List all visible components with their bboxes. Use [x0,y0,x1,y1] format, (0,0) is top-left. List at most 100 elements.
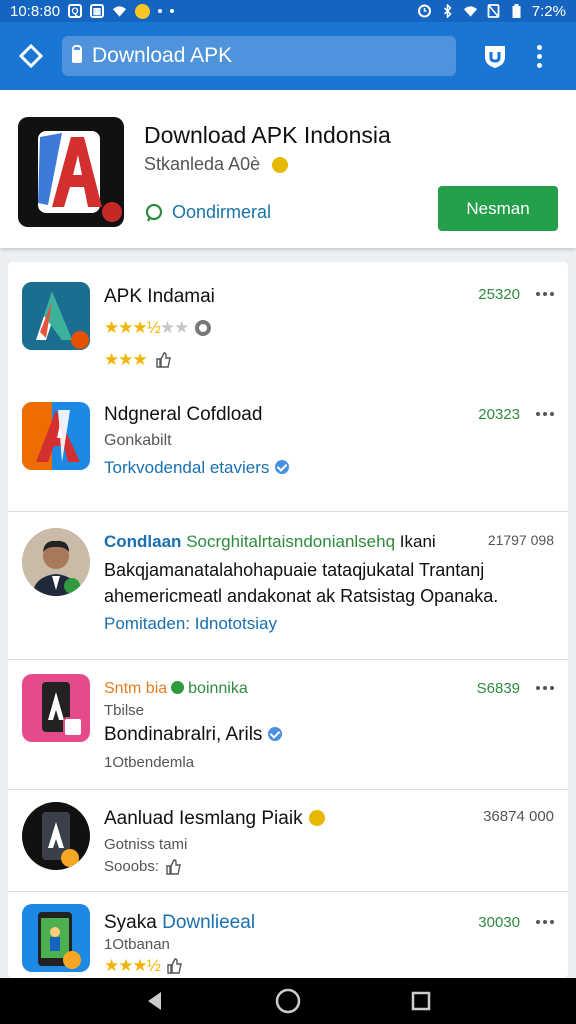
app-category: Gonkabilt [104,432,172,449]
verified-icon [275,460,290,474]
download-count: S6839 [476,680,520,697]
address-bar-text: Download APK [92,44,233,67]
list-item[interactable]: APK Indamai ★★★½★★ ★★★ 25320 [8,262,568,382]
back-icon[interactable] [144,990,166,1012]
page-title: Download APK Indonsia [144,122,391,148]
app-title-part-1: Syaka [104,912,157,933]
browser-toolbar: Download APK [0,22,576,90]
notification-dot-icon [158,9,163,13]
list-item[interactable]: Condlaan Socrghitalrtaisndonianlsehq Ika… [8,512,568,660]
emoji-notification-icon [135,3,151,19]
bluetooth-icon [443,4,452,18]
app-tag: Torkvodendal etaviers [104,458,290,478]
app-description-text: Bondinabralri, Arils [104,724,263,745]
verified-icon [268,727,283,741]
install-button[interactable]: Nesman [438,186,558,231]
list-item[interactable]: Ndgneral Cofdload Gonkabilt Torkvodendal… [8,382,568,512]
post-title: Condlaan Socrghitalrtaisndonianlsehq Ika… [104,532,436,552]
wifi-signal-icon [463,6,477,17]
app-name: APK Indamai [104,286,215,307]
item-menu-button[interactable] [536,920,554,924]
battery-percentage: 7:2% [531,2,566,20]
list-item[interactable]: Syaka Downlieeal 1Otbanan ★★★½ 30030 [8,892,568,978]
list-item[interactable]: Aanluad Iesmlang Piaik Gotniss tami Sooo… [8,790,568,892]
post-line-2: ahemericmeatl andakonat ak Ratsistag Opa… [104,586,499,606]
app-title: Aanluad Iesmlang Piaik [104,808,325,830]
info-icon [195,320,212,336]
thumbs-up-icon [166,858,181,875]
gold-badge-icon [308,810,325,826]
download-count: 30030 [478,914,520,931]
app-subtitle-text: Stkanleda A0è [144,154,261,174]
wifi-icon [112,6,127,17]
secondary-rating-row: ★★★ [104,350,171,370]
home-icon [19,44,43,68]
app-category: 1Otbanan [104,936,170,953]
download-count: 36874 000 [483,808,554,825]
recents-icon[interactable] [410,990,432,1012]
post-link[interactable]: Pomitaden: Idnototsiay [104,614,277,634]
home-button[interactable] [14,39,48,73]
app-tag-text: Torkvodendal etaviers [104,458,270,477]
shield-button-icon[interactable] [482,43,508,69]
system-navigation-bar [0,978,576,1024]
star-rating-icon: ★★★ [104,350,148,369]
rating-row: ★★★½ [104,956,182,976]
item-menu-button[interactable] [536,686,554,690]
no-sim-icon [487,4,500,18]
app-header-card: Download APK Indonsia Stkanleda A0è Oond… [0,90,576,248]
app-title-part-1: Sntm bia [104,680,168,697]
app-category: Tbilse [104,702,145,719]
app-icon [22,904,90,972]
address-bar[interactable]: Download APK [62,36,456,76]
app-icon [22,282,90,350]
app-list: APK Indamai ★★★½★★ ★★★ 25320 Ndgneral Co… [8,262,568,978]
gold-badge-icon [272,156,289,173]
download-count: 20323 [478,406,520,423]
developer-link[interactable]: Oondirmeral [144,202,271,223]
star-rating-icon: ★★★½ [104,956,161,975]
app-logo-icon [18,117,124,227]
home-circle-icon[interactable] [275,988,301,1014]
app-notification-icon: Q [68,4,83,18]
app-title: Sntm bia boinnika [104,680,248,698]
post-timestamp: 21797 098 [487,532,554,548]
app-title-part-2: boinnika [188,680,248,697]
star-rating-icon: ★★★½★★ [104,318,189,337]
green-badge-icon [171,681,185,694]
developer-name: Oondirmeral [172,202,272,222]
alarm-icon [417,4,431,18]
lock-icon [72,44,82,63]
app-title: Syaka Downlieeal [104,912,255,934]
app-description: Bondinabralri, Arils [104,724,283,746]
app-category: Gotniss tami [104,836,188,853]
app-icon [22,402,90,470]
app-subtitle: Stkanleda A0è [144,154,289,175]
app-icon [22,674,90,742]
rating-row: ★★★½★★ [104,318,212,338]
post-title-tail: Ikani [395,532,436,551]
thumbs-up-icon [167,958,182,974]
post-author: Condlaan [104,532,182,551]
app-icon [22,802,90,870]
notification-dot-icon [170,9,175,13]
item-menu-button[interactable] [536,292,554,296]
chat-icon [145,203,163,221]
status-bar: 10:8:80 Q ▦ 7:2% [0,0,576,22]
post-line-1: Bakqjamanatalahohapuaie tataqjukatal Tra… [104,560,485,580]
app-title-part-2: Downlieeal [162,912,256,933]
list-item[interactable]: Sntm bia boinnika Tbilse Bondinabralri, A… [8,660,568,790]
app-meta: Sooobs: [104,858,181,875]
gallery-notification-icon: ▦ [90,4,105,18]
app-meta-text: Sooobs: [104,858,160,875]
avatar [22,528,90,596]
item-menu-button[interactable] [536,412,554,416]
app-title-text: Aanluad Iesmlang Piaik [104,808,303,829]
thumbs-up-icon [156,352,171,368]
overflow-menu-button[interactable] [534,44,544,68]
app-meta: 1Otbendemla [104,754,195,771]
battery-icon [512,4,521,18]
status-time: 10:8:80 [10,2,61,20]
app-name: Ndgneral Cofdload [104,404,263,425]
post-source: Socrghitalrtaisndonianlsehq [186,532,396,551]
